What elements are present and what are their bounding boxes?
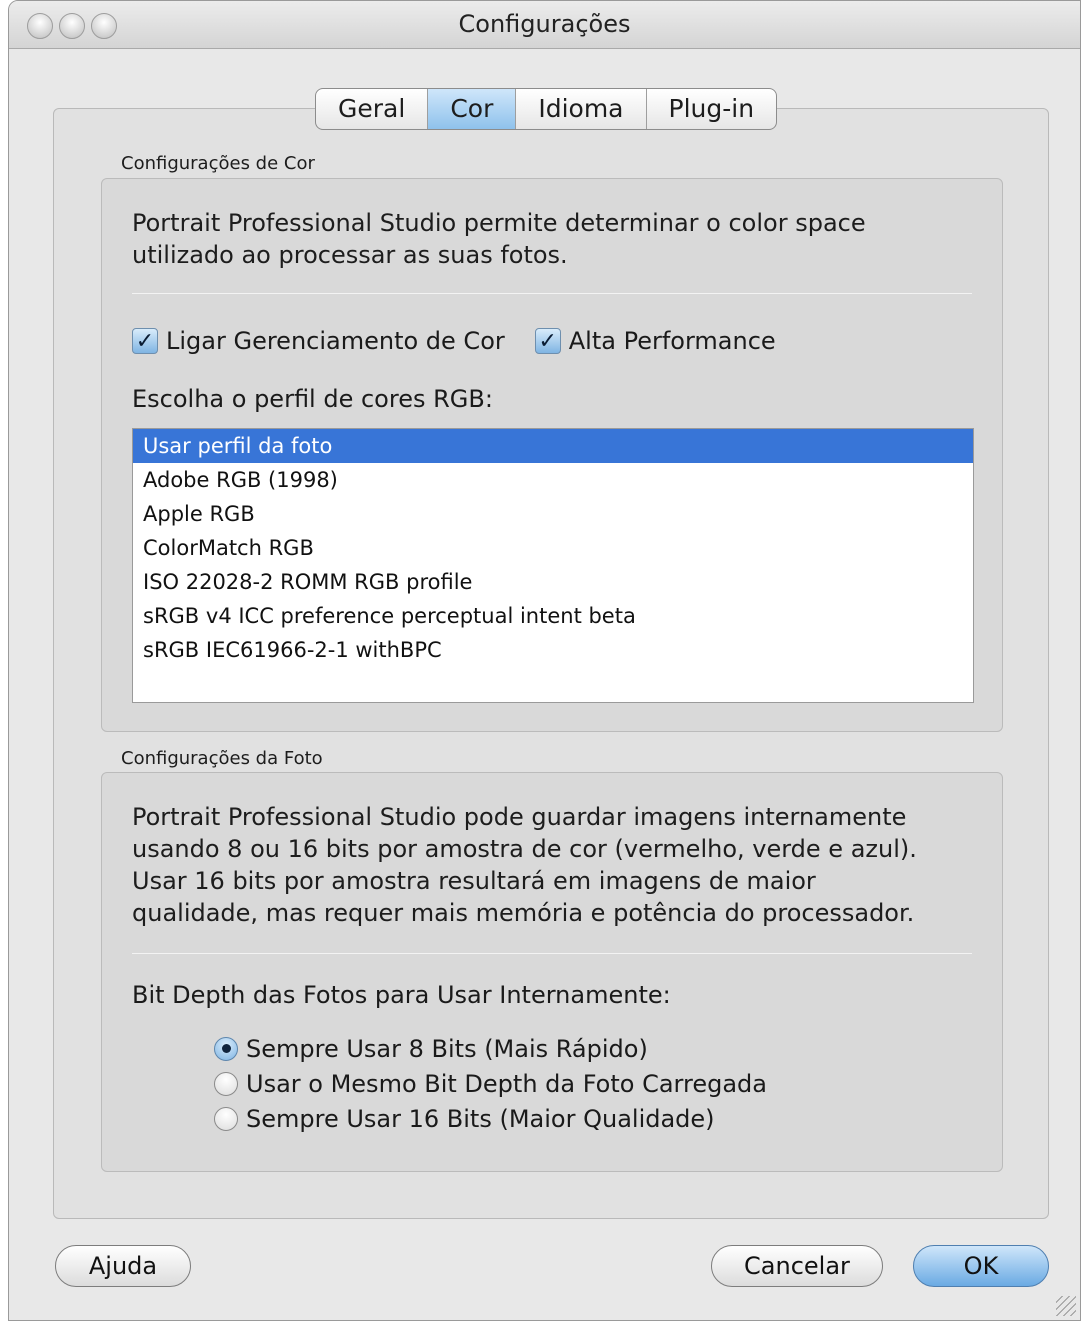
photo-settings-group: Portrait Professional Studio pode guarda… <box>101 772 1003 1172</box>
list-item[interactable]: Apple RGB <box>133 497 973 531</box>
list-item[interactable]: sRGB IEC61966-2-1 withBPC <box>133 633 973 667</box>
tab-cor[interactable]: Cor <box>428 89 517 129</box>
radio-label: Usar o Mesmo Bit Depth da Foto Carregada <box>246 1069 767 1098</box>
high-performance-checkbox[interactable]: ✓ Alta Performance <box>534 327 776 355</box>
tab-bar: Geral Cor Idioma Plug-in <box>315 88 778 130</box>
photo-settings-label: Configurações da Foto <box>121 748 323 769</box>
checkmark-icon: ✓ <box>534 328 561 354</box>
photo-divider <box>132 953 972 954</box>
radio-selected-icon <box>214 1036 238 1061</box>
photo-description-line-4: qualidade, mas requer mais memória e pot… <box>132 899 915 927</box>
help-button[interactable]: Ajuda <box>55 1245 191 1287</box>
list-item[interactable]: Adobe RGB (1998) <box>133 463 973 497</box>
radio-icon <box>214 1106 238 1131</box>
color-options-row: ✓ Ligar Gerenciamento de Cor ✓ Alta Perf… <box>132 327 806 355</box>
list-item[interactable]: ColorMatch RGB <box>133 531 973 565</box>
ok-button[interactable]: OK <box>913 1245 1049 1287</box>
radio-label: Sempre Usar 16 Bits (Maior Qualidade) <box>246 1104 715 1133</box>
cancel-button[interactable]: Cancelar <box>711 1245 883 1287</box>
resize-grip-icon[interactable] <box>1056 1296 1076 1316</box>
bit-depth-radio-8[interactable]: Sempre Usar 8 Bits (Mais Rápido) <box>214 1031 767 1066</box>
list-item[interactable]: sRGB v4 ICC preference perceptual intent… <box>133 599 973 633</box>
bit-depth-prompt: Bit Depth das Fotos para Usar Internamen… <box>132 981 671 1009</box>
profile-prompt: Escolha o perfil de cores RGB: <box>132 385 493 413</box>
color-divider <box>132 293 972 294</box>
color-settings-group: Portrait Professional Studio permite det… <box>101 178 1003 732</box>
tab-idioma[interactable]: Idioma <box>516 89 647 129</box>
color-description-line-1: Portrait Professional Studio permite det… <box>132 209 866 237</box>
tab-geral[interactable]: Geral <box>316 89 429 129</box>
color-settings-label: Configurações de Cor <box>121 153 315 174</box>
tab-plug-in[interactable]: Plug-in <box>647 89 777 129</box>
color-management-label: Ligar Gerenciamento de Cor <box>166 327 505 355</box>
high-performance-label: Alta Performance <box>568 327 776 355</box>
radio-icon <box>214 1071 238 1096</box>
color-description-line-2: utilizado ao processar as suas fotos. <box>132 241 568 269</box>
photo-description-line-2: usando 8 ou 16 bits por amostra de cor (… <box>132 835 917 863</box>
radio-label: Sempre Usar 8 Bits (Mais Rápido) <box>246 1034 648 1063</box>
list-item[interactable]: ISO 22028-2 ROMM RGB profile <box>133 565 973 599</box>
photo-description-line-1: Portrait Professional Studio pode guarda… <box>132 803 907 831</box>
rgb-profile-list[interactable]: Usar perfil da foto Adobe RGB (1998) App… <box>132 428 974 703</box>
preferences-window: Configurações Geral Cor Idioma Plug-in C… <box>8 0 1081 1321</box>
window-title: Configurações <box>458 10 631 38</box>
bit-depth-options: Sempre Usar 8 Bits (Mais Rápido) Usar o … <box>214 1031 767 1136</box>
checkmark-icon: ✓ <box>132 328 158 354</box>
list-item[interactable]: Usar perfil da foto <box>133 429 973 463</box>
bit-depth-radio-16[interactable]: Sempre Usar 16 Bits (Maior Qualidade) <box>214 1101 767 1136</box>
photo-description-line-3: Usar 16 bits por amostra resultará em im… <box>132 867 816 895</box>
bit-depth-radio-same[interactable]: Usar o Mesmo Bit Depth da Foto Carregada <box>214 1066 767 1101</box>
title-bar[interactable]: Configurações <box>9 1 1080 49</box>
color-management-checkbox[interactable]: ✓ Ligar Gerenciamento de Cor <box>132 327 505 355</box>
